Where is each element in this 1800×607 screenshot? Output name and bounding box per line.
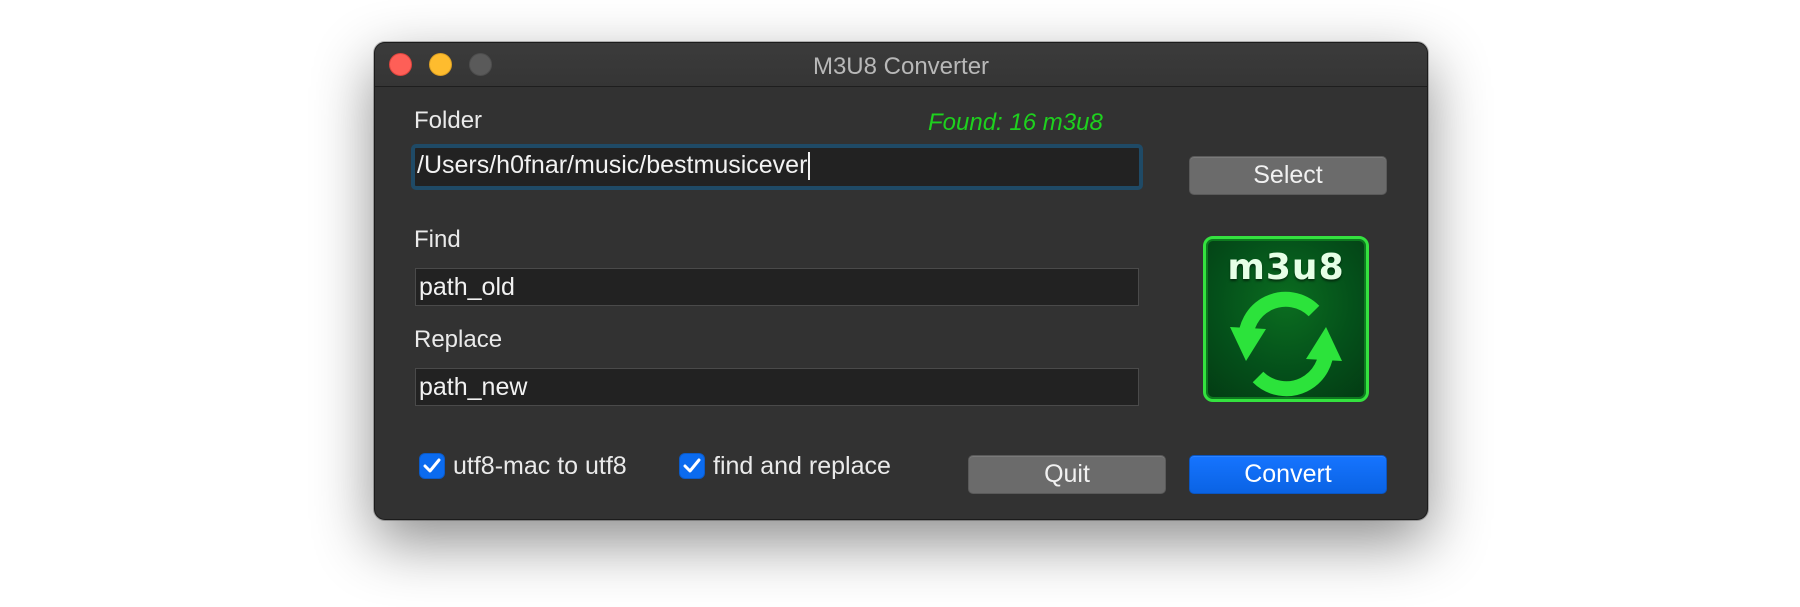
app-window: M3U8 Converter Folder Found: 16 m3u8 /Us… <box>374 42 1428 520</box>
checkmark-icon <box>683 458 701 473</box>
find-replace-checkbox-label: find and replace <box>713 451 891 480</box>
folder-path-value: /Users/h0fnar/music/bestmusicever <box>417 151 808 179</box>
replace-label: Replace <box>414 326 503 353</box>
select-button[interactable]: Select <box>1189 156 1387 195</box>
m3u8-logo: m3u8 <box>1203 236 1369 402</box>
window-title: M3U8 Converter <box>812 53 990 80</box>
utf8-option[interactable]: utf8-mac to utf8 <box>419 451 627 481</box>
quit-button[interactable]: Quit <box>968 455 1166 494</box>
folder-label: Folder <box>414 107 483 134</box>
refresh-arrows-icon <box>1230 291 1342 397</box>
find-input[interactable]: path_old <box>415 268 1139 306</box>
checkmark-icon <box>423 458 441 473</box>
text-caret <box>808 152 811 181</box>
find-replace-checkbox[interactable] <box>679 453 705 479</box>
folder-path-input[interactable]: /Users/h0fnar/music/bestmusicever <box>411 144 1143 190</box>
utf8-checkbox[interactable] <box>419 453 445 479</box>
replace-input[interactable]: path_new <box>415 368 1139 406</box>
found-count-status: Found: 16 m3u8 <box>928 109 1103 136</box>
find-replace-option[interactable]: find and replace <box>679 451 891 481</box>
title-bar[interactable]: M3U8 Converter <box>375 43 1427 87</box>
convert-button[interactable]: Convert <box>1189 455 1387 494</box>
logo-text: m3u8 <box>1227 247 1345 288</box>
find-label: Find <box>414 226 461 253</box>
utf8-checkbox-label: utf8-mac to utf8 <box>453 451 627 480</box>
